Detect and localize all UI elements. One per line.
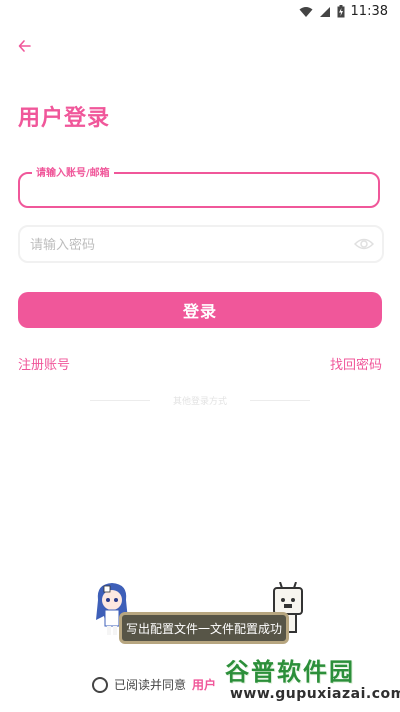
back-button[interactable]: [14, 34, 38, 58]
user-agreement-link[interactable]: 用户: [192, 676, 216, 693]
toast-message: 写出配置文件一文件配置成功: [119, 612, 289, 644]
forgot-password-link[interactable]: 找回密码: [330, 354, 382, 373]
divider-line-right: [250, 400, 310, 401]
status-time: 11:38: [350, 4, 388, 19]
status-bar: 11:38: [0, 0, 400, 24]
watermark-url: www.gupuxiazai.com: [230, 686, 400, 702]
agreement-row[interactable]: 已阅读并同意 用户: [92, 676, 216, 693]
other-login-divider: 其他登录方式: [90, 394, 310, 407]
watermark-title: 谷普软件园: [225, 658, 355, 686]
account-label: 请输入账号/邮箱: [32, 164, 114, 179]
login-button[interactable]: 登录: [18, 292, 382, 328]
agree-radio[interactable]: [92, 676, 108, 693]
battery-icon: [337, 5, 345, 18]
password-field[interactable]: [18, 225, 384, 263]
wifi-icon: [299, 6, 313, 17]
signal-icon: [319, 6, 330, 17]
divider-text: 其他登录方式: [172, 397, 227, 407]
password-input[interactable]: [20, 227, 382, 261]
eye-icon: [353, 238, 375, 250]
watermark-logo: 谷普软件园 www.gupuxiazai.com: [220, 650, 400, 712]
page-title: 用户登录: [18, 106, 111, 131]
register-link[interactable]: 注册账号: [18, 354, 70, 373]
arrow-left-icon: [18, 40, 31, 52]
toggle-password-visibility[interactable]: [353, 235, 375, 253]
agreement-text: 已阅读并同意: [114, 678, 187, 692]
divider-line-left: [90, 400, 150, 401]
status-icons: 11:38: [299, 4, 388, 19]
